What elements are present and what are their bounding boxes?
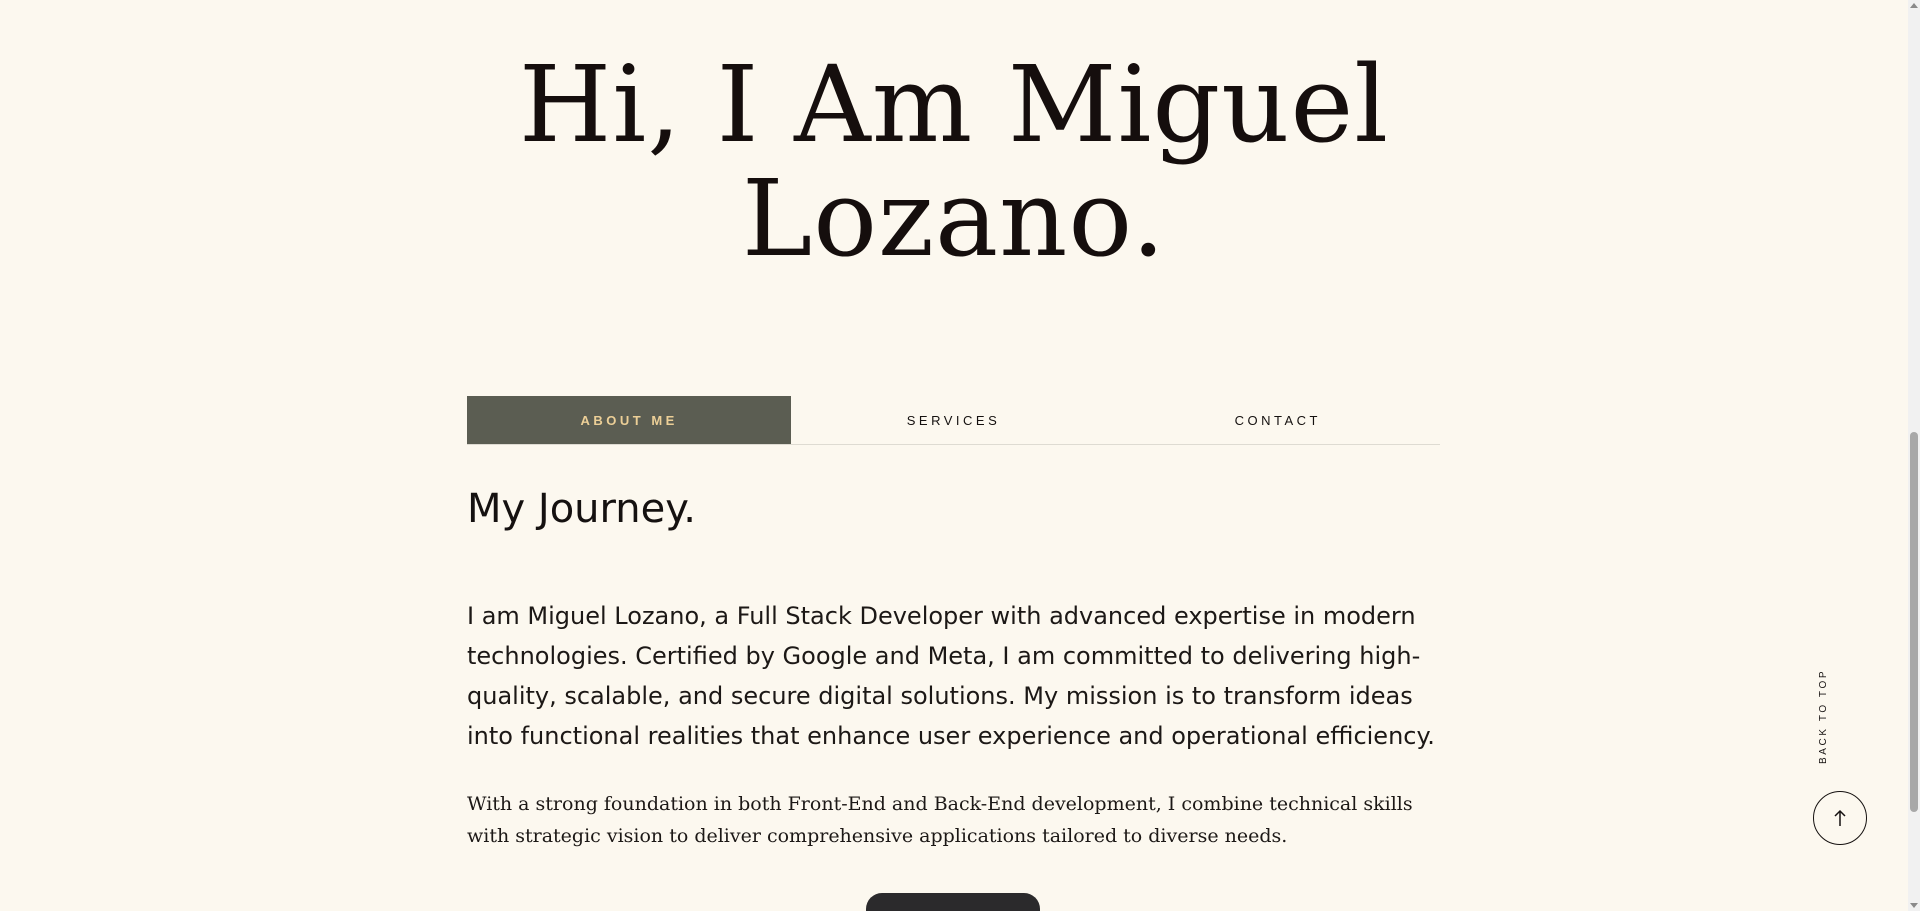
- back-to-top-button[interactable]: [1813, 791, 1867, 845]
- foundation-paragraph: With a strong foundation in both Front-E…: [467, 793, 1413, 847]
- tab-about-me[interactable]: ABOUT ME: [467, 396, 792, 444]
- scroll-down-icon[interactable]: [1910, 903, 1918, 908]
- floating-toolbar-dock[interactable]: [866, 893, 1040, 911]
- hero-line-2: Lozano.: [741, 157, 1167, 280]
- section-tabs: ABOUT ME SERVICES CONTACT: [467, 396, 1440, 445]
- scroll-up-icon[interactable]: [1910, 3, 1918, 8]
- hero-heading: Hi, I Am Miguel Lozano.: [0, 48, 1908, 276]
- page-scrollbar[interactable]: [1908, 0, 1920, 911]
- arrow-up-icon: [1834, 809, 1846, 826]
- tab-services[interactable]: SERVICES: [791, 396, 1115, 444]
- back-to-top-label[interactable]: BACK TO TOP: [1818, 664, 1832, 764]
- tab-contact[interactable]: CONTACT: [1116, 396, 1440, 444]
- scrollbar-thumb[interactable]: [1910, 432, 1918, 812]
- intro-paragraph: I am Miguel Lozano, a Full Stack Develop…: [467, 602, 1435, 750]
- hero-line-1: Hi, I Am Miguel: [518, 43, 1390, 166]
- section-title: My Journey.: [467, 486, 696, 532]
